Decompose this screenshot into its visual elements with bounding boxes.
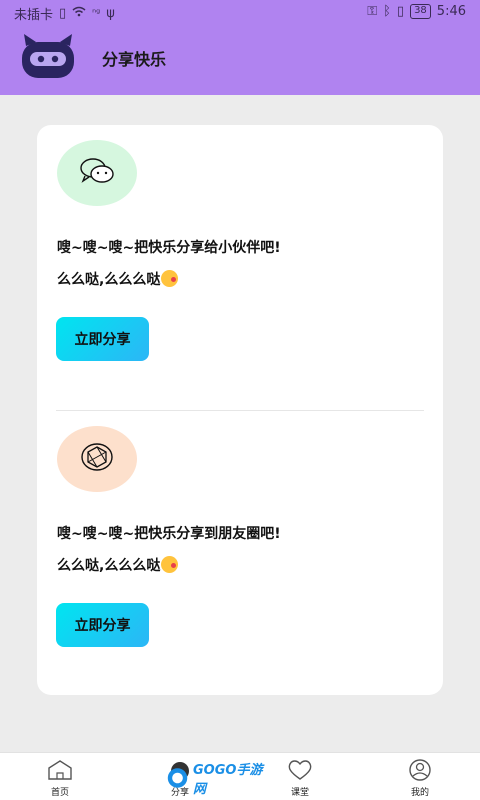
- share-text-primary: 嗖~嗖~嗖~把快乐分享给小伙伴吧!: [57, 240, 281, 256]
- watermark-icon: [167, 768, 188, 788]
- battery-icon: 38: [410, 4, 431, 19]
- tab-classroom[interactable]: 课堂: [270, 759, 330, 798]
- tab-home[interactable]: 首页: [30, 759, 90, 798]
- divider: [56, 410, 424, 411]
- app-header: 分享快乐: [0, 28, 480, 88]
- share-card: 嗖~嗖~嗖~把快乐分享给小伙伴吧! 么么哒,么么么哒 立即分享 嗖~嗖~嗖~把快…: [37, 125, 443, 695]
- key-icon: ⚿: [367, 4, 378, 19]
- user-icon: [406, 759, 434, 783]
- tab-mine[interactable]: 我的: [390, 759, 450, 798]
- watermark-text: GOGO手游网: [193, 763, 263, 797]
- page-title: 分享快乐: [102, 50, 167, 69]
- wechat-icon: [79, 157, 115, 189]
- home-icon: [46, 759, 74, 783]
- bottom-tab-bar: 首页 分享 GOGO手游网 课堂 我的: [0, 752, 480, 800]
- tab-label: 课堂: [290, 788, 309, 798]
- share-now-button[interactable]: 立即分享: [56, 603, 149, 647]
- robot-logo-icon: [20, 32, 76, 80]
- wifi-icon: [72, 6, 86, 21]
- status-bar: 未插卡 ▯ ⁿᵍ ψ ⚿ ᛒ ▯ 38 5:46: [0, 0, 480, 26]
- share-text-secondary: 么么哒,么么么哒: [57, 555, 179, 575]
- sim-icon: ▯: [59, 6, 67, 21]
- heart-icon: [286, 759, 314, 783]
- bluetooth-icon: ᛒ: [383, 4, 391, 19]
- app-header-bar: 未插卡 ▯ ⁿᵍ ψ ⚿ ᛒ ▯ 38 5:46 分享快乐: [0, 0, 480, 95]
- status-time: 5:46: [436, 4, 466, 19]
- nfc-icon: ⁿᵍ: [92, 8, 101, 19]
- kiss-emoji-icon: [161, 270, 179, 287]
- moments-icon: [79, 441, 115, 477]
- share-now-button[interactable]: 立即分享: [56, 317, 149, 361]
- share-text-secondary: 么么哒,么么么哒: [57, 269, 179, 289]
- tab-label: 首页: [50, 788, 69, 798]
- usb-icon: ψ: [106, 6, 115, 21]
- icon-circle: [57, 426, 137, 492]
- vibrate-icon: ▯: [396, 4, 405, 19]
- share-text-primary: 嗖~嗖~嗖~把快乐分享到朋友圈吧!: [57, 526, 281, 542]
- carrier-label: 未插卡: [14, 8, 54, 23]
- kiss-emoji-icon: [161, 556, 179, 573]
- icon-circle: [57, 140, 137, 206]
- watermark-logo: GOGO手游网: [166, 761, 266, 797]
- tab-label: 我的: [410, 788, 429, 798]
